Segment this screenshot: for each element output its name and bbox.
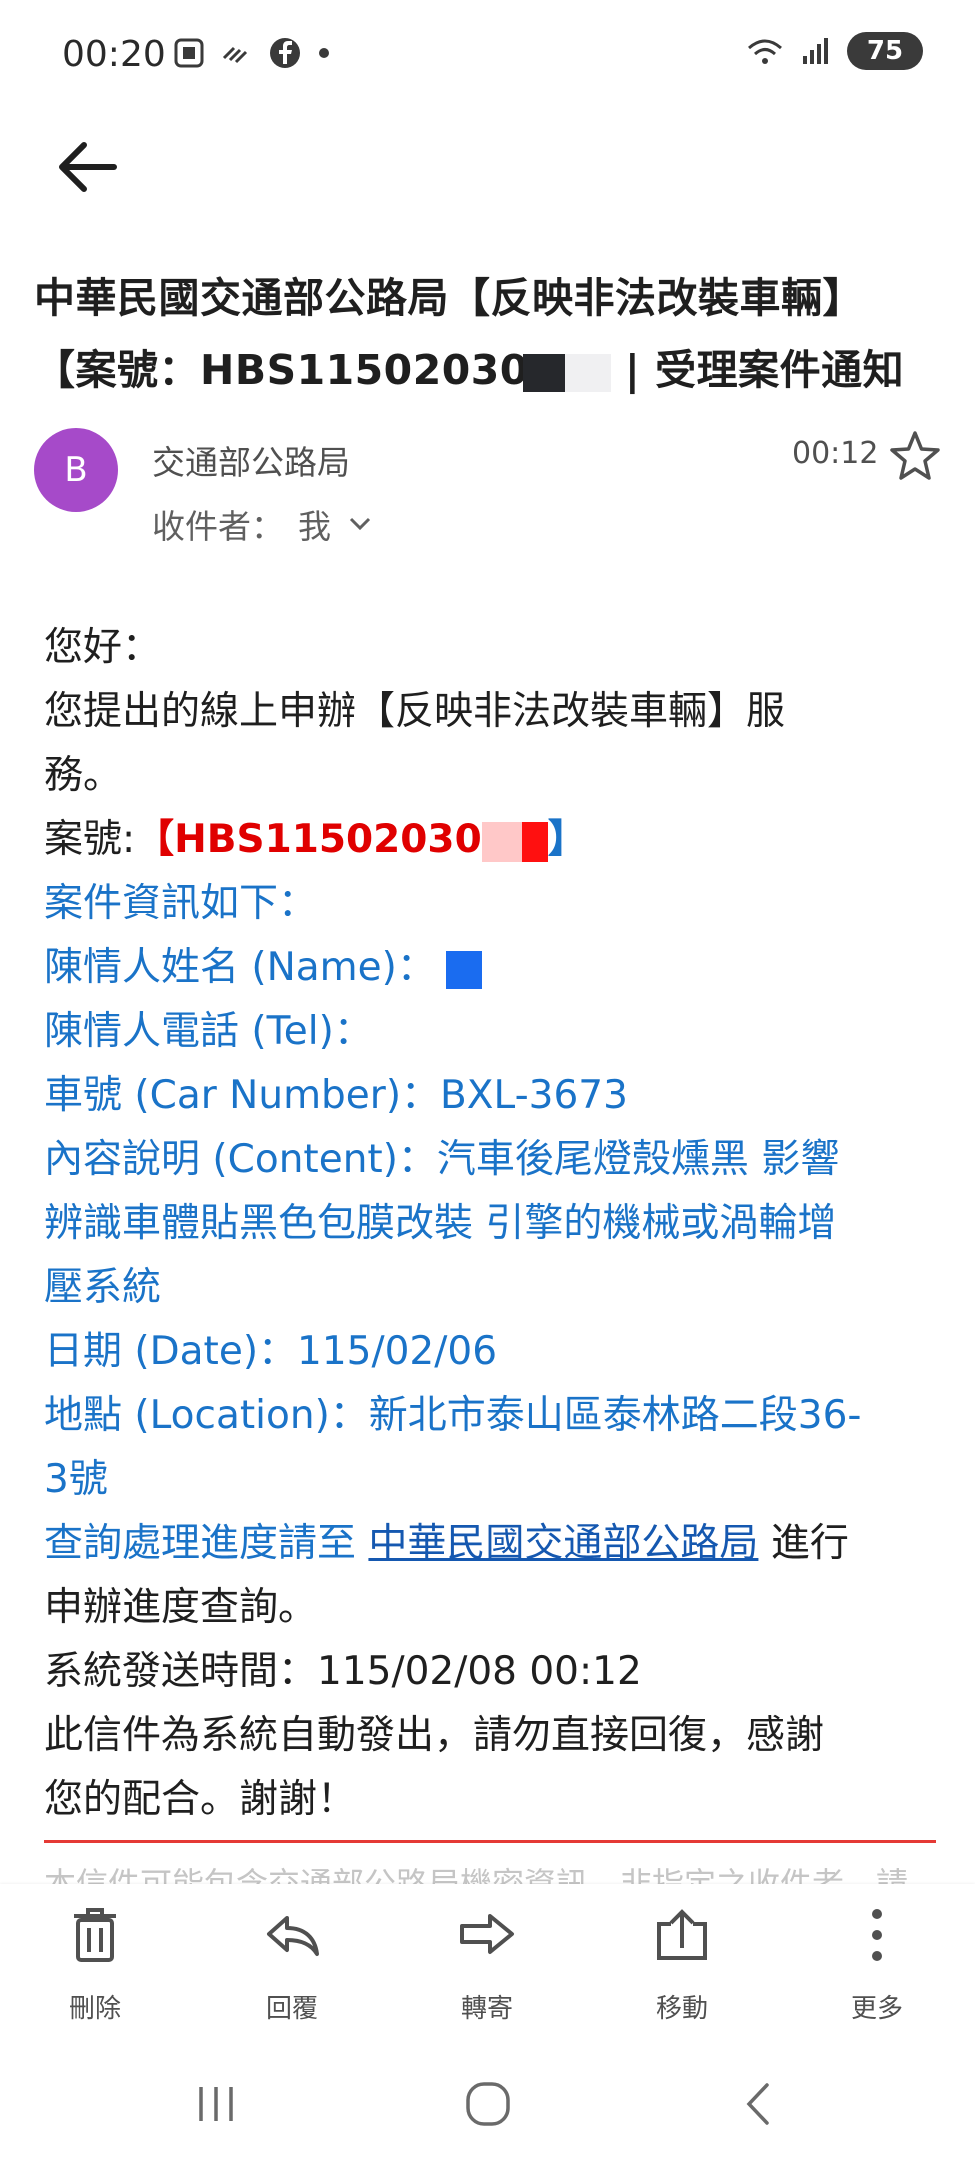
cell-signal-icon [803, 38, 828, 64]
forward-button[interactable]: 轉寄 [412, 1904, 562, 2025]
subject-line-2: 【案號：HBS11502030 | 受理案件通知 [34, 334, 964, 406]
name-label: 陳情人姓名 (Name)： [44, 945, 436, 990]
delete-button[interactable]: 刪除 [20, 1904, 170, 2025]
more-vert-icon [872, 1909, 882, 1961]
back-icon [746, 2083, 769, 2125]
location-line-1: 地點 (Location)：新北市泰山區泰林路二段36- [44, 1393, 862, 1438]
recents-icon [199, 2087, 233, 2121]
home-button[interactable] [448, 2074, 528, 2134]
arrow-left-icon [59, 142, 117, 192]
redaction-block [522, 354, 565, 392]
move-label: 移動 [655, 1994, 708, 2024]
subject-case-prefix: 【案號：HBS11502030 [34, 346, 529, 394]
delete-label: 刪除 [68, 1994, 121, 2024]
redaction-block [521, 821, 548, 862]
sender-avatar[interactable]: B [34, 428, 118, 512]
content-line-2: 辨識車體貼黑色包膜改裝 引擎的機械或渦輪增 [44, 1201, 837, 1246]
query-prefix: 查詢處理進度請至 [44, 1521, 357, 1566]
home-icon [466, 2082, 510, 2126]
reply-icon [267, 1916, 319, 1956]
redaction-block [481, 821, 522, 862]
trash-icon [74, 1908, 116, 1962]
star-icon [890, 431, 940, 480]
more-button[interactable]: 更多 [802, 1904, 952, 2025]
redaction-block [564, 354, 611, 392]
subject-case-suffix: | 受理案件通知 [624, 346, 905, 394]
intro-line-2: 務。 [44, 753, 123, 798]
forward-icon [460, 1914, 514, 1954]
back-button[interactable] [48, 132, 128, 202]
action-bar: 刪除 回覆 轉寄 移動 更多 [0, 1884, 975, 2044]
location-line-2: 3號 [44, 1457, 108, 1502]
more-label: 更多 [850, 1994, 903, 2024]
recipient-label: 收件者： [152, 507, 284, 546]
wifi-icon [748, 39, 782, 64]
case-number-row: 案號:【HBS11502030 】 [44, 808, 944, 872]
auto-line-1: 此信件為系統自動發出，請勿直接回復，感謝 [44, 1713, 825, 1758]
recipient-toggle[interactable]: 收件者： 我 [152, 500, 375, 548]
star-button[interactable] [886, 428, 944, 486]
case-close-bracket: 】 [547, 817, 587, 862]
recipient-value: 我 [298, 507, 331, 546]
reply-button[interactable]: 回覆 [217, 1904, 367, 2025]
sender-name[interactable]: 交通部公路局 [152, 436, 350, 484]
intro-line-1: 您提出的線上申辦【反映非法改裝車輛】服 [44, 689, 786, 734]
case-open-bracket: 【 [135, 817, 175, 862]
dot-icon [319, 48, 329, 58]
content-line-1: 內容說明 (Content)：汽車後尾燈殼燻黑 影響 [44, 1137, 840, 1182]
forward-label: 轉寄 [460, 1994, 513, 2024]
facebook-icon [270, 38, 300, 68]
redaction-block [445, 950, 482, 989]
case-label: 案號: [44, 817, 136, 862]
signal-slash-icon [222, 46, 248, 64]
email-subject: 中華民國交通部公路局【反映非法改裝車輛】 【案號：HBS11502030 | 受理… [34, 262, 964, 406]
greeting: 您好： [44, 625, 162, 670]
sent-time: 系統發送時間：115/02/08 00:12 [44, 1649, 642, 1694]
case-number: HBS11502030 [174, 817, 482, 862]
query-row: 查詢處理進度請至 中華民國交通部公路局 進行 [44, 1512, 944, 1576]
email-time: 00:12 [792, 436, 879, 471]
car-number: 車號 (Car Number)：BXL-3673 [44, 1073, 628, 1118]
status-system-icons: 75 [745, 32, 923, 70]
battery-indicator: 75 [847, 32, 923, 70]
status-time: 00:20 [62, 34, 166, 75]
divider [44, 1840, 936, 1843]
recents-button[interactable] [176, 2074, 256, 2134]
tel-label: 陳情人電話 (Tel)： [44, 1009, 373, 1054]
move-button[interactable]: 移動 [607, 1904, 757, 2025]
chevron-down-icon [349, 517, 371, 531]
reply-label: 回覆 [265, 1994, 318, 2024]
highway-bureau-link[interactable]: 中華民國交通部公路局 [368, 1521, 758, 1566]
query-suffix: 進行 [770, 1521, 849, 1566]
status-bar: 00:20 75 [0, 0, 975, 110]
move-icon [657, 1909, 707, 1960]
subject-line-1: 中華民國交通部公路局【反映非法改裝車輛】 [34, 274, 864, 322]
system-nav-bar [0, 2044, 975, 2168]
content-line-3: 壓系統 [44, 1265, 162, 1310]
status-notification-icons [172, 36, 332, 70]
query-line-2: 申辦進度查詢。 [44, 1585, 318, 1630]
system-back-button[interactable] [720, 2074, 800, 2134]
auto-line-2: 您的配合。謝謝！ [44, 1777, 357, 1822]
screenshot-icon [174, 38, 204, 68]
name-row: 陳情人姓名 (Name)： [44, 936, 944, 1000]
footer-disclaimer: 本信件可能包含交通部公路局機密資訊，非指定之收件者，請 [44, 1866, 909, 1886]
info-header: 案件資訊如下： [44, 881, 318, 926]
date-row: 日期 (Date)：115/02/06 [44, 1329, 498, 1374]
